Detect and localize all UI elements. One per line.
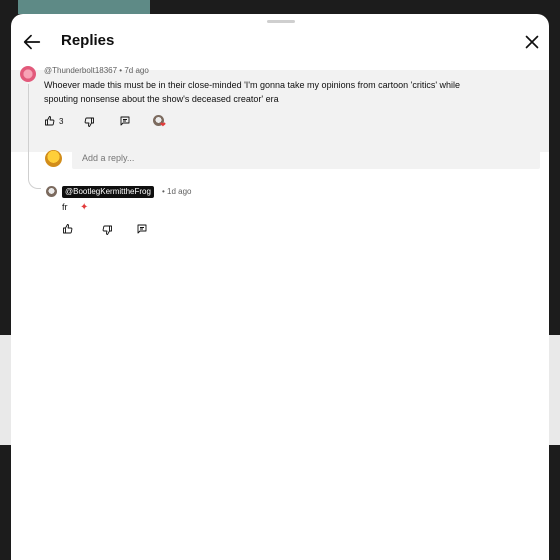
comment-author[interactable]: @Thunderbolt18367 <box>44 66 117 75</box>
reply-input[interactable] <box>72 147 540 169</box>
reply-time: 1d ago <box>167 187 192 196</box>
like-count: 3 <box>59 117 64 126</box>
page-title: Replies <box>61 32 115 49</box>
reply-comment-icon[interactable] <box>136 223 148 235</box>
comment-meta: @Thunderbolt18367 • 7d ago <box>44 66 149 75</box>
background-video-thumbnail <box>18 0 150 14</box>
party-popper-icon: ✦ <box>80 202 89 213</box>
sheet-header: Replies <box>11 14 549 70</box>
avatar[interactable] <box>20 66 36 82</box>
replies-sheet: Replies @Thunderbolt18367 • 7d ago Whoev… <box>11 14 549 560</box>
comment-text-line2: spouting nonsense about the show's decea… <box>44 94 279 104</box>
thumbs-down-icon[interactable] <box>101 224 113 236</box>
thumbs-up-icon[interactable] <box>44 115 56 127</box>
reply-author[interactable]: @BootlegKermittheFrog <box>62 186 154 198</box>
thumbs-up-icon[interactable] <box>62 223 74 235</box>
reply-text: fr <box>62 202 68 212</box>
reply-comment-icon[interactable] <box>119 115 131 127</box>
comment-text-line1: Whoever made this must be in their close… <box>44 80 461 90</box>
close-icon[interactable] <box>521 31 543 53</box>
heart-icon: ❤ <box>160 122 166 129</box>
thread-connector <box>28 84 41 189</box>
comment-time: 7d ago <box>124 66 149 75</box>
reply-meta: • 1d ago <box>162 187 192 196</box>
thumbs-down-icon[interactable] <box>83 116 95 128</box>
avatar <box>45 150 62 167</box>
back-arrow-icon[interactable] <box>21 31 43 53</box>
avatar[interactable] <box>46 186 57 197</box>
background-content-right <box>548 335 560 445</box>
